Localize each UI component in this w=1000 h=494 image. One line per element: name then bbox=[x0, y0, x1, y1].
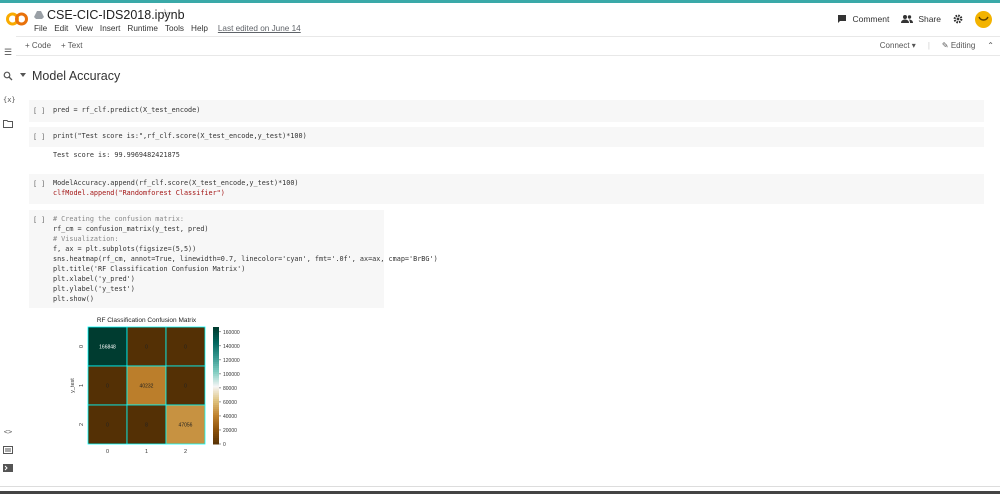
chart-title: RF Classification Confusion Matrix bbox=[97, 317, 197, 324]
heatmap-cell-label: 166848 bbox=[99, 345, 116, 351]
app-header: CSE-CIC-IDS2018.ipynb ☆ File Edit View I… bbox=[0, 3, 1000, 36]
notebook-content: Model Accuracy [ ] pred = rf_clf.predict… bbox=[16, 57, 1000, 487]
heatmap-cell-label: 8 bbox=[145, 423, 148, 429]
colorbar-tick-label: 80000 bbox=[223, 386, 237, 392]
colorbar-tick-label: 20000 bbox=[223, 428, 237, 434]
code-cell[interactable]: [ ] pred = rf_clf.predict(X_test_encode) bbox=[29, 100, 984, 122]
table-of-contents-icon[interactable]: ☰ bbox=[3, 47, 13, 57]
y-axis-label: y_test bbox=[70, 378, 76, 393]
left-sidebar: ☰ {x} <> bbox=[0, 36, 16, 486]
editing-label: Editing bbox=[950, 41, 976, 50]
cell-code-line[interactable]: plt.title('RF Classification Confusion M… bbox=[53, 265, 245, 275]
colorbar-tick-label: 100000 bbox=[223, 372, 240, 378]
status-footer bbox=[0, 486, 1000, 494]
share-button[interactable]: Share bbox=[901, 14, 941, 24]
cell-code[interactable]: pred = rf_clf.predict(X_test_encode) bbox=[53, 106, 200, 116]
y-tick-label: 0 bbox=[79, 345, 85, 348]
colorbar-tick-label: 0 bbox=[223, 442, 226, 448]
cell-code-line[interactable]: plt.ylabel('y_test') bbox=[53, 285, 135, 295]
cell-code-line[interactable]: plt.show() bbox=[53, 295, 94, 305]
menu-bar: File Edit View Insert Runtime Tools Help… bbox=[34, 24, 301, 33]
search-icon[interactable] bbox=[3, 71, 13, 81]
colorbar-tick-label: 60000 bbox=[223, 400, 237, 406]
run-cell-button[interactable]: [ ] bbox=[33, 180, 45, 188]
variables-icon[interactable]: {x} bbox=[3, 95, 16, 105]
menu-edit[interactable]: Edit bbox=[54, 24, 68, 33]
chevron-down-icon: ▾ bbox=[911, 41, 916, 50]
avatar[interactable] bbox=[975, 10, 992, 28]
code-cell[interactable]: [ ] ModelAccuracy.append(rf_clf.score(X_… bbox=[29, 174, 984, 204]
colorbar-segment bbox=[213, 442, 219, 445]
star-icon[interactable]: ☆ bbox=[159, 6, 171, 22]
user-avatar-icon bbox=[978, 16, 989, 21]
code-comment-line[interactable]: # Visualization: bbox=[53, 235, 118, 245]
command-palette-icon[interactable] bbox=[3, 446, 13, 456]
code-snippets-icon[interactable]: <> bbox=[3, 427, 13, 437]
heatmap-cell-label: 47056 bbox=[179, 423, 193, 429]
menu-tools[interactable]: Tools bbox=[165, 24, 184, 33]
pencil-icon: ✎ bbox=[941, 41, 949, 50]
menu-view[interactable]: View bbox=[75, 24, 93, 33]
menu-file[interactable]: File bbox=[34, 24, 47, 33]
code-cell[interactable]: [ ] print("Test score is:",rf_clf.score(… bbox=[29, 127, 984, 147]
comment-label: Comment bbox=[852, 14, 890, 24]
x-tick-label: 0 bbox=[106, 449, 109, 455]
share-label: Share bbox=[918, 14, 941, 24]
cell-code-line[interactable]: rf_cm = confusion_matrix(y_test, pred) bbox=[53, 225, 209, 235]
cell-output: Test score is: 99.9969482421875 bbox=[53, 151, 180, 159]
run-cell-button[interactable]: [ ] bbox=[33, 107, 45, 115]
colorbar-tick-label: 160000 bbox=[223, 330, 240, 336]
cell-code-line[interactable]: clfModel.append("Randomforest Classifier… bbox=[53, 189, 225, 199]
heatmap-cell-label: 0 bbox=[145, 345, 148, 351]
toolbar-divider: | bbox=[927, 41, 930, 50]
confusion-matrix-figure: RF Classification Confusion Matrix 166848… bbox=[44, 313, 264, 487]
section-heading: Model Accuracy bbox=[32, 69, 121, 83]
colorbar-tick-label: 140000 bbox=[223, 344, 240, 350]
share-people-icon bbox=[901, 15, 914, 23]
heatmap-chart: RF Classification Confusion Matrix 166848… bbox=[70, 317, 240, 455]
settings-button[interactable] bbox=[953, 14, 963, 24]
heatmap-cell-label: 0 bbox=[106, 423, 109, 429]
y-tick-label: 1 bbox=[79, 384, 85, 387]
run-cell-button[interactable]: [ ] bbox=[33, 216, 45, 224]
heatmap-cell-label: 0 bbox=[184, 384, 187, 390]
code-comment-line[interactable]: # Creating the confusion matrix: bbox=[53, 215, 184, 225]
terminal-icon[interactable] bbox=[3, 464, 13, 474]
header-actions: Comment Share bbox=[837, 8, 1000, 30]
notebook-toolbar: + Code + Text Connect ▾ | ✎ Editing ⌃ bbox=[16, 36, 1000, 56]
heatmap-cell-label: 0 bbox=[106, 384, 109, 390]
add-code-button[interactable]: + Code bbox=[25, 41, 51, 50]
code-cell[interactable]: [ ] # Creating the confusion matrix: rf_… bbox=[29, 210, 438, 308]
heatmap-cell-label: 40232 bbox=[140, 384, 154, 390]
editing-mode-button[interactable]: ✎ Editing bbox=[942, 41, 975, 50]
comment-button[interactable]: Comment bbox=[837, 14, 889, 24]
run-cell-button[interactable]: [ ] bbox=[33, 133, 45, 141]
colorbar-tick-label: 120000 bbox=[223, 358, 240, 364]
cell-code-line[interactable]: sns.heatmap(rf_cm, annot=True, linewidth… bbox=[53, 255, 438, 265]
x-tick-label: 1 bbox=[145, 449, 148, 455]
colorbar-tick-label: 40000 bbox=[223, 414, 237, 420]
menu-runtime[interactable]: Runtime bbox=[127, 24, 158, 33]
cell-code-line[interactable]: plt.xlabel('y_pred') bbox=[53, 275, 135, 285]
section-collapse-caret-icon[interactable] bbox=[20, 73, 26, 77]
cell-code-line[interactable]: f, ax = plt.subplots(figsize=(5,5)) bbox=[53, 245, 196, 255]
x-tick-label: 2 bbox=[184, 449, 187, 455]
connect-button[interactable]: Connect ▾ bbox=[880, 41, 916, 50]
heatmap-cell-label: 0 bbox=[184, 345, 187, 351]
menu-help[interactable]: Help bbox=[191, 24, 208, 33]
drive-icon bbox=[34, 11, 44, 19]
gear-icon bbox=[953, 14, 963, 24]
colab-logo[interactable] bbox=[6, 11, 28, 27]
folder-icon[interactable] bbox=[3, 119, 13, 129]
last-edited-link[interactable]: Last edited on June 14 bbox=[218, 24, 301, 33]
add-text-button[interactable]: + Text bbox=[61, 41, 82, 50]
comment-icon bbox=[838, 15, 847, 23]
menu-insert[interactable]: Insert bbox=[100, 24, 120, 33]
connect-label: Connect bbox=[879, 41, 910, 50]
cell-code-line[interactable]: ModelAccuracy.append(rf_clf.score(X_test… bbox=[53, 179, 299, 189]
collapse-header-icon[interactable]: ⌃ bbox=[987, 41, 994, 50]
y-tick-label: 2 bbox=[79, 423, 85, 426]
cell-code[interactable]: print("Test score is:",rf_clf.score(X_te… bbox=[53, 132, 307, 142]
